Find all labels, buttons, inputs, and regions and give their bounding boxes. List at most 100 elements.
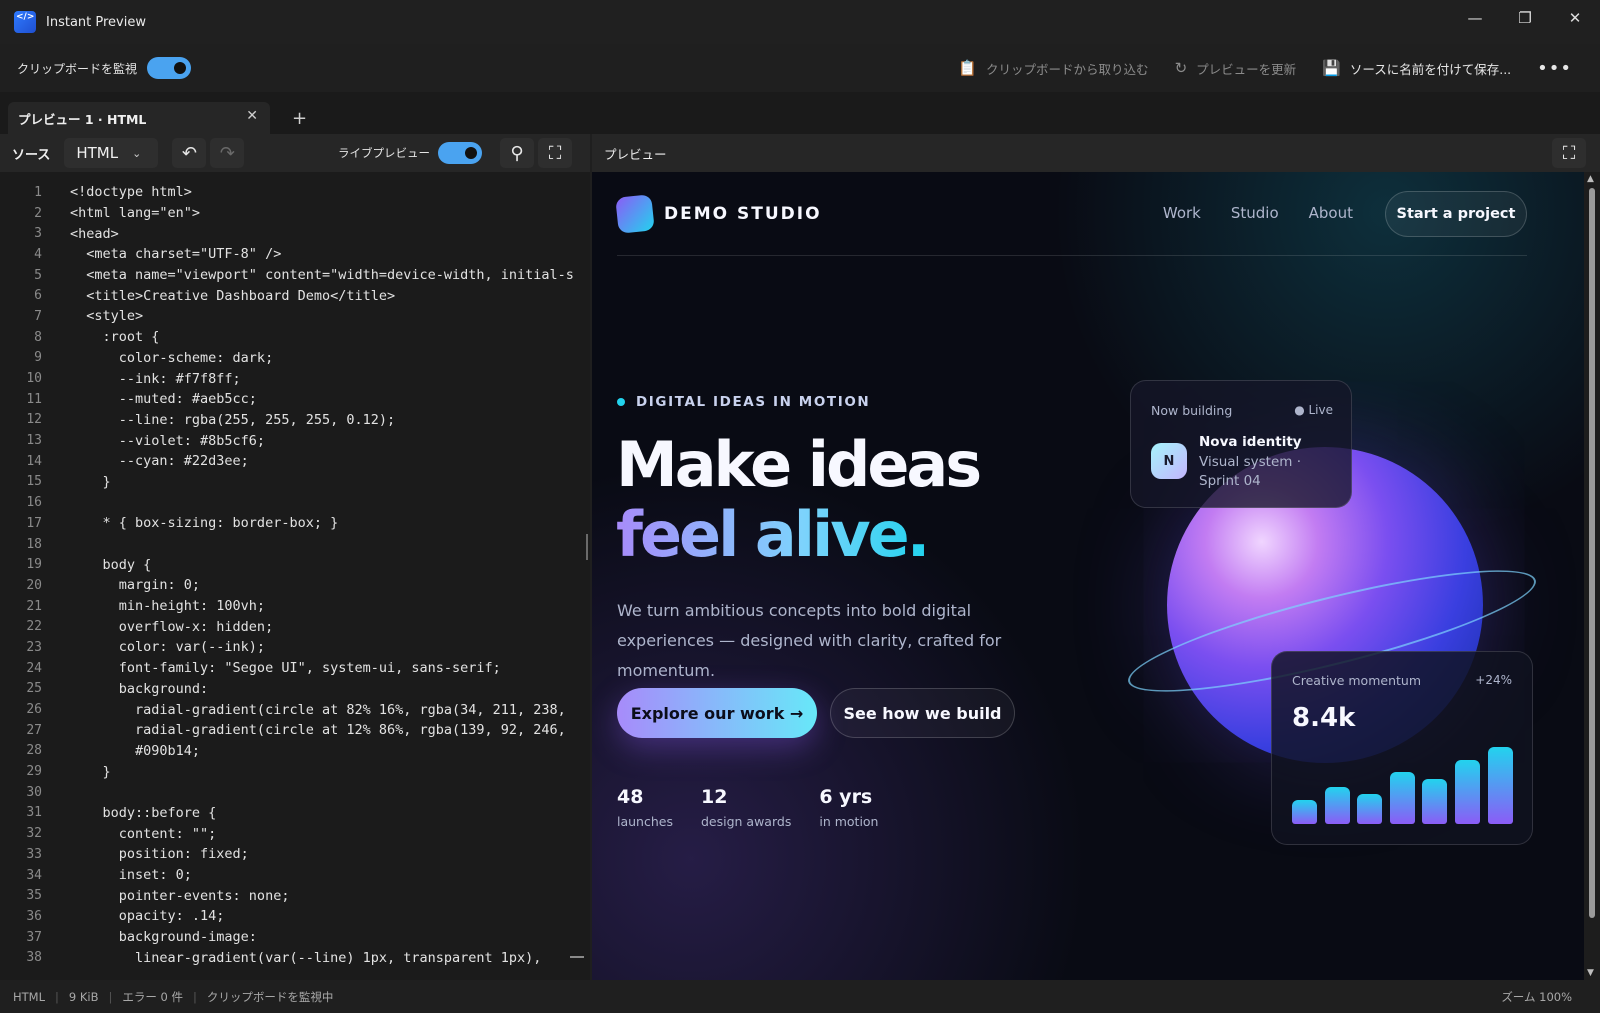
horizontal-scrollbar[interactable] bbox=[570, 956, 584, 958]
live-preview-toggle[interactable] bbox=[438, 142, 482, 164]
stat-value: 12 bbox=[700, 786, 728, 808]
creative-momentum-card: Creative momentum +24% 8.4k bbox=[1271, 651, 1533, 845]
status-divider: | bbox=[193, 989, 197, 1004]
undo-icon[interactable]: ↶ bbox=[172, 138, 207, 168]
line-content: --cyan: #22d3ee; bbox=[70, 453, 249, 470]
site-nav: DEMO STUDIO Work Studio About Start a pr… bbox=[615, 190, 1527, 256]
source-editor-pane: ソース HTML ⌄ ↶ ↷ ライブプレビュー ⚲ ⛶ 1 <!doctype h… bbox=[0, 134, 590, 980]
line-number: 19 bbox=[26, 557, 42, 573]
preview-label: プレビュー bbox=[604, 146, 667, 162]
stat-label: design awards bbox=[700, 814, 792, 829]
preview-header: プレビュー ⛶ bbox=[592, 134, 1600, 172]
nav-link-work[interactable]: Work bbox=[1163, 204, 1201, 222]
rendered-site: DEMO STUDIO Work Studio About Start a pr… bbox=[592, 172, 1584, 980]
stat-years: 6 yrs in motion bbox=[819, 786, 878, 829]
scroll-up-icon[interactable]: ▲ bbox=[1587, 174, 1594, 184]
line-content: content: ""; bbox=[70, 825, 217, 842]
momentum-bar bbox=[1324, 787, 1350, 824]
see-how-we-build-button[interactable]: See how we build bbox=[830, 688, 1015, 738]
code-line: 17 * { box-sizing: border-box; } bbox=[0, 513, 586, 534]
nav-link-about[interactable]: About bbox=[1309, 204, 1353, 222]
line-number: 15 bbox=[26, 474, 42, 490]
preview-scrollbar[interactable]: ▲ ▼ bbox=[1584, 172, 1600, 980]
preview-fullscreen-icon[interactable]: ⛶ bbox=[1552, 138, 1586, 168]
line-number: 33 bbox=[26, 846, 42, 862]
line-content: background-image: bbox=[70, 929, 257, 946]
momentum-value: 8.4k bbox=[1292, 703, 1356, 733]
line-number: 10 bbox=[26, 371, 42, 387]
line-content: <head> bbox=[70, 225, 119, 242]
start-project-button[interactable]: Start a project bbox=[1385, 191, 1527, 237]
import-clipboard-button[interactable]: 📋 クリップボードから取り込む bbox=[958, 59, 1148, 78]
line-number: 3 bbox=[34, 226, 42, 242]
now-building-card: Now building ● Live N Nova identity Visu… bbox=[1130, 380, 1352, 508]
line-content: background: bbox=[70, 680, 209, 697]
search-icon[interactable]: ⚲ bbox=[500, 138, 534, 168]
line-number: 12 bbox=[26, 412, 42, 428]
redo-icon[interactable]: ↷ bbox=[210, 138, 245, 168]
line-content: inset: 0; bbox=[70, 867, 192, 884]
explore-work-button[interactable]: Explore our work → bbox=[617, 688, 817, 738]
minimize-icon[interactable]: — bbox=[1450, 0, 1500, 36]
code-line: 12 --line: rgba(255, 255, 255, 0.12); bbox=[0, 410, 586, 431]
line-content: #090b14; bbox=[70, 742, 201, 759]
project-subtitle: Visual system · Sprint 04 bbox=[1199, 454, 1301, 489]
line-content: linear-gradient(var(--line) 1px, transpa… bbox=[70, 949, 542, 966]
scrollbar-thumb[interactable] bbox=[1589, 188, 1595, 918]
fullscreen-icon[interactable]: ⛶ bbox=[538, 138, 572, 168]
import-clipboard-label: クリップボードから取り込む bbox=[986, 61, 1149, 77]
tab-label: プレビュー 1 · HTML bbox=[18, 111, 147, 127]
line-number: 16 bbox=[26, 495, 42, 511]
line-number: 21 bbox=[26, 598, 42, 614]
clipboard-monitor-toggle[interactable] bbox=[147, 57, 192, 79]
line-number: 6 bbox=[34, 288, 42, 304]
chevron-down-icon: ⌄ bbox=[132, 146, 142, 160]
momentum-title: Creative momentum bbox=[1292, 673, 1421, 688]
language-value: HTML bbox=[76, 144, 119, 162]
momentum-bar bbox=[1292, 800, 1317, 824]
restore-icon[interactable]: ❐ bbox=[1500, 0, 1550, 36]
line-content: --ink: #f7f8ff; bbox=[70, 370, 241, 387]
line-content: body { bbox=[70, 556, 152, 573]
code-line: 38 linear-gradient(var(--line) 1px, tran… bbox=[0, 947, 586, 968]
code-line: 5 <meta name="viewport" content="width=d… bbox=[0, 265, 586, 286]
close-icon[interactable]: ✕ bbox=[1550, 0, 1600, 36]
stat-value: 48 bbox=[617, 786, 644, 808]
line-content: } bbox=[70, 763, 111, 780]
save-as-button[interactable]: 💾 ソースに名前を付けて保存... bbox=[1322, 59, 1511, 78]
line-content: radial-gradient(circle at 82% 16%, rgba(… bbox=[70, 701, 566, 718]
code-line: 22 overflow-x: hidden; bbox=[0, 616, 586, 637]
code-editor[interactable]: 1 <!doctype html> 2 <html lang="en"> 3 <head>… bbox=[0, 182, 586, 972]
preview-pane: プレビュー ⛶ DEMO STUDIO Work Studio About St… bbox=[592, 134, 1600, 980]
status-zoom[interactable]: ズーム 100% bbox=[1501, 989, 1572, 1005]
code-line: 34 inset: 0; bbox=[0, 865, 586, 886]
live-status: ● Live bbox=[1294, 403, 1333, 417]
line-number: 22 bbox=[26, 619, 42, 635]
studio-logo[interactable] bbox=[615, 194, 655, 234]
add-tab-icon[interactable]: + bbox=[292, 108, 307, 129]
more-options-icon[interactable]: ••• bbox=[1537, 58, 1572, 79]
stat-label: launches bbox=[617, 814, 673, 829]
eyebrow-text: DIGITAL IDEAS IN MOTION bbox=[636, 394, 871, 410]
scroll-down-icon[interactable]: ▼ bbox=[1587, 968, 1594, 978]
momentum-bar bbox=[1422, 779, 1448, 824]
momentum-bar bbox=[1389, 772, 1415, 824]
refresh-preview-button[interactable]: ↻ プレビューを更新 bbox=[1175, 59, 1297, 78]
line-number: 14 bbox=[26, 453, 42, 469]
line-content: --line: rgba(255, 255, 255, 0.12); bbox=[70, 411, 396, 428]
pane-splitter[interactable] bbox=[586, 534, 588, 560]
tab-preview-1[interactable]: プレビュー 1 · HTML ✕ bbox=[8, 102, 270, 134]
stat-awards: 12 design awards bbox=[701, 786, 791, 829]
hero-headline-line-2: feel alive. bbox=[616, 498, 930, 571]
app-title: Instant Preview bbox=[46, 14, 146, 30]
code-line: 32 content: ""; bbox=[0, 823, 586, 844]
line-content: <!doctype html> bbox=[70, 184, 192, 201]
nav-link-studio[interactable]: Studio bbox=[1231, 204, 1279, 222]
source-label: ソース bbox=[12, 147, 51, 163]
stats-row: 48 launches 12 design awards 6 yrs in mo… bbox=[617, 786, 906, 829]
close-tab-icon[interactable]: ✕ bbox=[246, 108, 258, 124]
line-content: font-family: "Segoe UI", system-ui, sans… bbox=[70, 660, 501, 677]
code-line: 23 color: var(--ink); bbox=[0, 637, 586, 658]
line-number: 28 bbox=[26, 743, 42, 759]
language-select[interactable]: HTML ⌄ bbox=[64, 138, 159, 168]
